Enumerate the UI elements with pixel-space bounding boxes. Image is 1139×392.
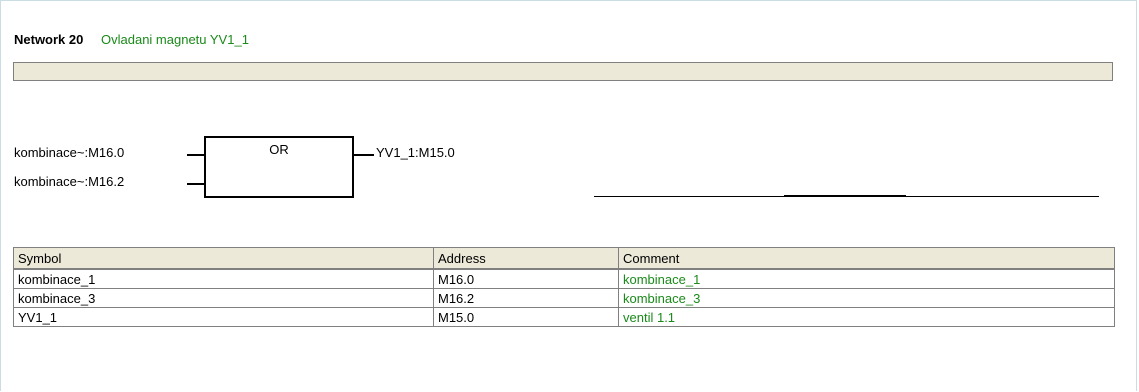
address-cell[interactable]: M16.2 — [433, 288, 619, 308]
network-comment[interactable]: Ovladani magnetu YV1_1 — [101, 32, 249, 47]
input-label-2[interactable]: kombinace~:M16.2 — [14, 174, 124, 189]
table-row[interactable]: kombinace_3 M16.2 kombinace_3 — [13, 288, 1115, 308]
table-row[interactable]: kombinace_1 M16.0 kombinace_1 — [13, 268, 1115, 289]
or-block[interactable]: OR — [204, 136, 354, 198]
input-wire-1 — [187, 154, 205, 156]
table-header-row: Symbol Address Comment — [13, 247, 1115, 270]
output-label[interactable]: YV1_1:M15.0 — [376, 145, 455, 160]
symbol-table: Symbol Address Comment kombinace_1 M16.0… — [13, 247, 1115, 327]
comment-cell[interactable]: kombinace_3 — [618, 288, 1115, 308]
column-header-symbol[interactable]: Symbol — [13, 247, 434, 270]
network-comment-field[interactable] — [13, 62, 1113, 81]
network-header: Network 20 Ovladani magnetu YV1_1 — [14, 32, 249, 50]
address-cell[interactable]: M15.0 — [433, 307, 619, 327]
input-wire-2 — [187, 183, 205, 185]
symbol-cell[interactable]: kombinace_1 — [13, 268, 434, 289]
column-header-comment[interactable]: Comment — [618, 247, 1115, 270]
or-block-label: OR — [269, 142, 289, 157]
address-cell[interactable]: M16.0 — [433, 268, 619, 289]
comment-cell[interactable]: kombinace_1 — [618, 268, 1115, 289]
symbol-cell[interactable]: kombinace_3 — [13, 288, 434, 308]
input-label-1[interactable]: kombinace~:M16.0 — [14, 145, 124, 160]
output-wire — [352, 154, 374, 156]
table-row[interactable]: YV1_1 M15.0 ventil 1.1 — [13, 307, 1115, 327]
column-header-address[interactable]: Address — [433, 247, 619, 270]
rung-line-bold — [784, 195, 906, 197]
network-panel: Network 20 Ovladani magnetu YV1_1 kombin… — [0, 0, 1137, 391]
network-title[interactable]: Network 20 — [14, 32, 83, 47]
comment-cell[interactable]: ventil 1.1 — [618, 307, 1115, 327]
symbol-cell[interactable]: YV1_1 — [13, 307, 434, 327]
